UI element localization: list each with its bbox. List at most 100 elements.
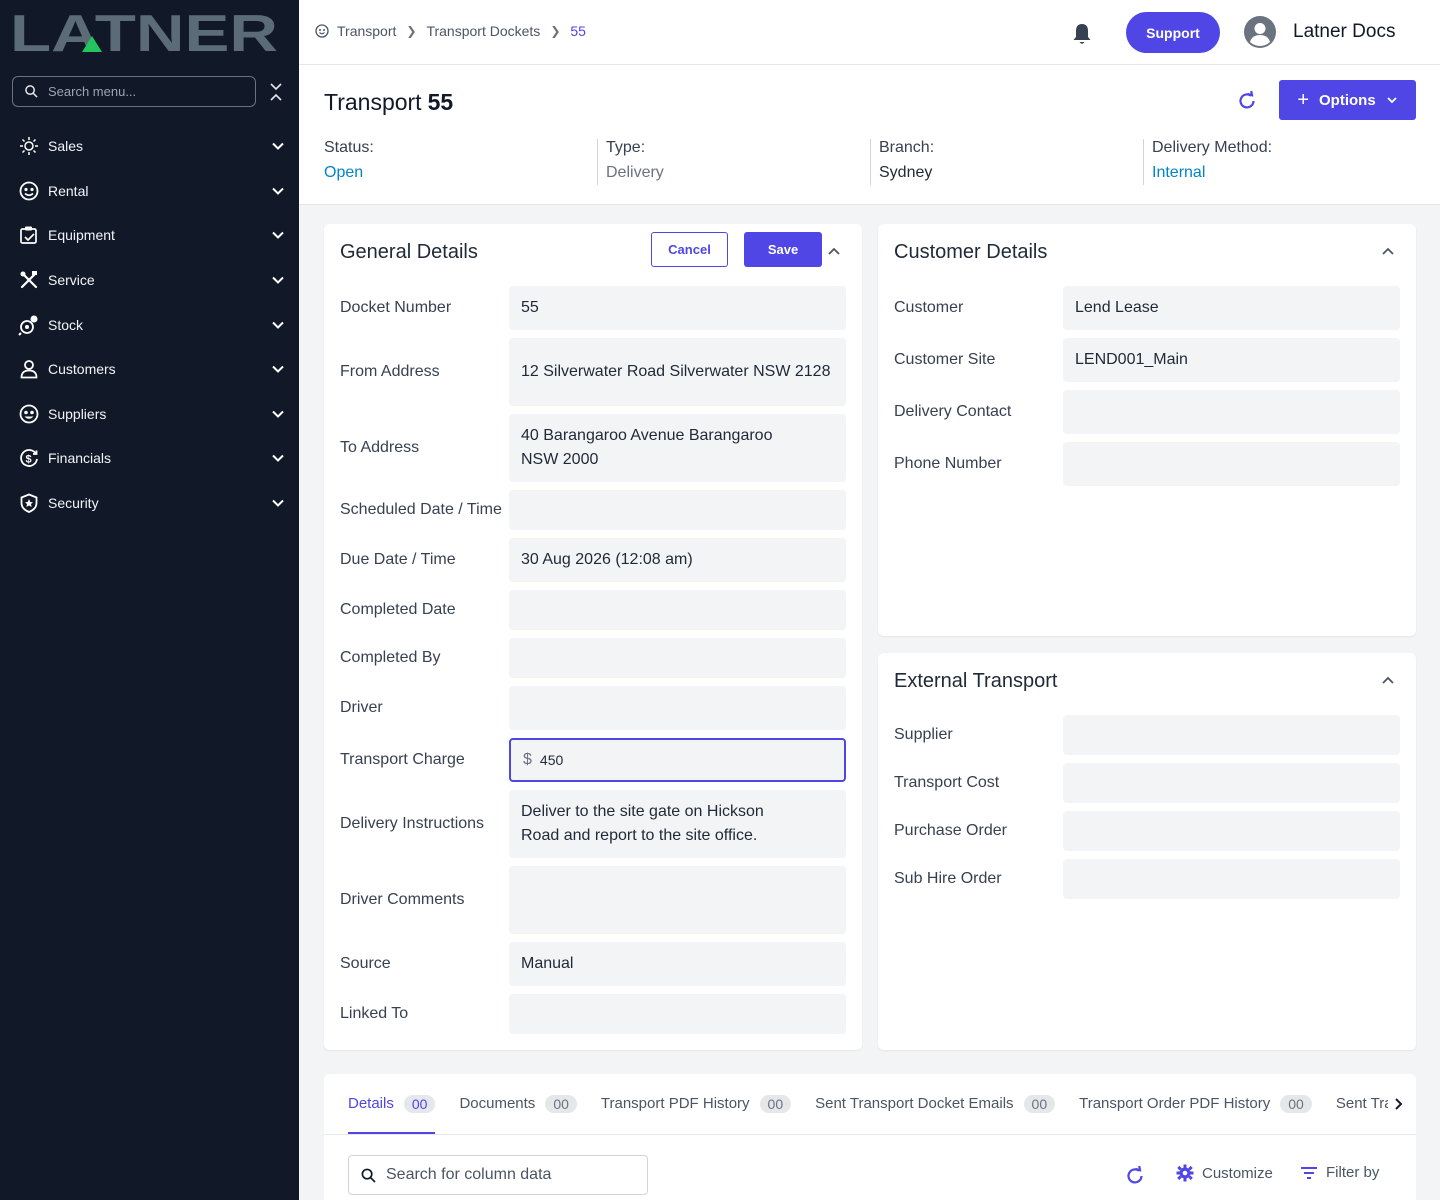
tab-transport-order-pdf-history[interactable]: Transport Order PDF History 00 [1079, 1091, 1312, 1134]
filter-by-button[interactable]: Filter by [1300, 1164, 1379, 1181]
refresh-icon[interactable] [1124, 1165, 1146, 1187]
save-button[interactable]: Save [744, 232, 822, 267]
customize-button[interactable]: Customize [1176, 1164, 1273, 1182]
completed-date-field[interactable] [509, 590, 846, 630]
cancel-button[interactable]: Cancel [651, 232, 728, 267]
sidebar-item-security[interactable]: Security [0, 481, 299, 526]
breadcrumb-transport-dockets[interactable]: Transport Dockets [426, 23, 540, 39]
driver-comments-field[interactable] [509, 866, 846, 934]
search-icon [361, 1168, 376, 1183]
branch-value: Sydney [879, 164, 933, 181]
collapse-sidebar-icon[interactable] [268, 82, 284, 102]
driver-row: Driver [340, 686, 846, 730]
external-transport-title: External Transport [894, 670, 1058, 692]
delivery-instructions-field[interactable]: Deliver to the site gate on Hickson Road… [509, 790, 846, 858]
due-row: Due Date / Time 30 Aug 2026 (12:08 am) [340, 538, 846, 582]
sidebar-item-equipment[interactable]: Equipment [0, 213, 299, 258]
completed-by-field[interactable] [509, 638, 846, 678]
delivery-contact-row: Delivery Contact [894, 390, 1400, 434]
chevron-down-icon [272, 187, 284, 195]
rental-icon [18, 180, 40, 202]
transport-charge-input[interactable]: $ 450 [509, 738, 846, 782]
driver-field[interactable] [509, 686, 846, 730]
docket-number-row: Docket Number 55 [340, 286, 846, 330]
gear-icon [1176, 1164, 1194, 1182]
due-date-field[interactable]: 30 Aug 2026 (12:08 am) [509, 538, 846, 582]
tab-label: Details [348, 1095, 394, 1112]
sidebar-item-stock[interactable]: Stock [0, 302, 299, 347]
tab-count-badge: 00 [1023, 1095, 1056, 1113]
chevron-up-icon[interactable] [1380, 243, 1396, 259]
completed-by-row: Completed By [340, 638, 846, 678]
phone-number-row: Phone Number [894, 442, 1400, 486]
docket-number-title: 55 [427, 89, 454, 115]
support-button[interactable]: Support [1126, 12, 1220, 53]
column-search-input[interactable] [386, 1166, 636, 1184]
transport-icon [315, 24, 329, 38]
customer-site-field[interactable]: LEND001_Main [1063, 338, 1400, 382]
transport-cost-field[interactable] [1063, 763, 1400, 803]
linked-to-field[interactable] [509, 994, 846, 1034]
meta-label: Status: [324, 139, 374, 156]
tab-count-badge: 00 [759, 1095, 792, 1113]
avatar[interactable] [1244, 16, 1276, 48]
customer-field[interactable]: Lend Lease [1063, 286, 1400, 330]
field-label: Sub Hire Order [894, 870, 1002, 887]
sidebar-item-rental[interactable]: Rental [0, 169, 299, 214]
breadcrumb-separator-icon: ❯ [550, 24, 561, 38]
sidebar-item-label: Financials [48, 450, 112, 467]
options-button[interactable]: + Options [1279, 80, 1416, 120]
notification-bell-icon[interactable] [1071, 22, 1093, 46]
tab-count-badge: 00 [545, 1095, 577, 1113]
sidebar-item-label: Customers [48, 361, 116, 378]
sidebar-item-service[interactable]: Service [0, 258, 299, 303]
top-bar: Transport ❯ Transport Dockets ❯ 55 Suppo… [299, 0, 1440, 65]
user-name[interactable]: Latner Docs [1293, 21, 1395, 43]
scheduled-date-field[interactable] [509, 490, 846, 530]
column-search [348, 1155, 648, 1195]
docket-number-field[interactable]: 55 [509, 286, 846, 330]
delivery-contact-field[interactable] [1063, 390, 1400, 434]
source-field[interactable]: Manual [509, 942, 846, 986]
to-address-field[interactable]: 40 Barangaroo Avenue Barangaroo NSW 2000 [509, 414, 846, 482]
refresh-icon[interactable] [1236, 90, 1258, 112]
field-label: Supplier [894, 726, 953, 743]
tab-documents[interactable]: Documents 00 [459, 1091, 577, 1134]
sub-hire-order-row: Sub Hire Order [894, 859, 1400, 899]
sub-hire-order-field[interactable] [1063, 859, 1400, 899]
completed-date-row: Completed Date [340, 590, 846, 630]
sidebar-search-input[interactable] [48, 84, 238, 99]
purchase-order-field[interactable] [1063, 811, 1400, 851]
supplier-field[interactable] [1063, 715, 1400, 755]
sidebar-item-label: Rental [48, 182, 89, 199]
svg-text:LATNER: LATNER [10, 10, 278, 54]
tab-details[interactable]: Details 00 [348, 1091, 436, 1134]
sidebar: LATNER Sales Rental Equipment Service [0, 0, 299, 1200]
field-value: 30 Aug 2026 (12:08 am) [521, 551, 693, 568]
source-row: Source Manual [340, 942, 846, 986]
breadcrumb-transport[interactable]: Transport [337, 23, 396, 39]
transport-charge-row: Transport Charge $ 450 [340, 738, 846, 782]
tab-transport-pdf-history[interactable]: Transport PDF History 00 [601, 1091, 792, 1134]
tab-bar: Details 00 Documents 00 Transport PDF Hist… [348, 1091, 1398, 1134]
tab-sent-transport-docket-emails[interactable]: Sent Transport Docket Emails 00 [815, 1091, 1056, 1134]
sidebar-item-financials[interactable]: $ Financials [0, 436, 299, 481]
sidebar-item-sales[interactable]: Sales [0, 124, 299, 169]
field-value: Manual [521, 955, 574, 972]
sidebar-item-suppliers[interactable]: Suppliers [0, 392, 299, 437]
tab-count-badge: 00 [1280, 1095, 1312, 1113]
phone-number-field[interactable] [1063, 442, 1400, 486]
tab-scroll-right-button[interactable] [1388, 1094, 1408, 1114]
sidebar-item-customers[interactable]: Customers [0, 347, 299, 392]
chevron-up-icon[interactable] [826, 243, 842, 259]
latner-logo[interactable]: LATNER [10, 10, 280, 54]
chevron-up-icon[interactable] [1380, 672, 1396, 688]
external-transport-card: External Transport Supplier Transport Co… [878, 653, 1416, 1050]
filter-icon [1301, 1166, 1317, 1179]
customers-icon [18, 358, 40, 380]
tab-label: Sent Transport Docket Emails [815, 1095, 1014, 1112]
from-address-field[interactable]: 12 Silverwater Road Silverwater NSW 2128 [509, 338, 846, 406]
chevron-down-icon [272, 276, 284, 284]
field-value: 55 [521, 299, 539, 316]
financials-icon: $ [18, 447, 40, 469]
